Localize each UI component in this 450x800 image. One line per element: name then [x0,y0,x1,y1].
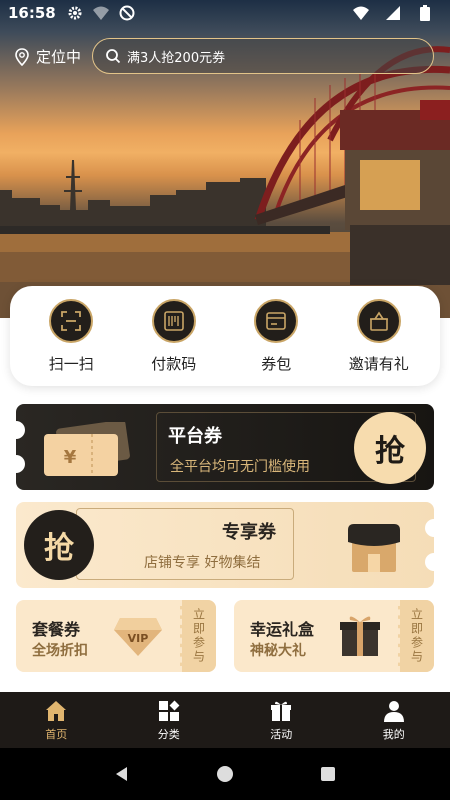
back-icon[interactable] [113,765,131,783]
quick-action-scan[interactable]: 扫一扫 [26,298,116,374]
lucky-gift-title: 幸运礼盒 [250,620,315,639]
quick-action-wallet[interactable]: 券包 [231,298,321,374]
system-nav-bar [0,748,450,800]
category-icon [158,700,180,721]
meal-coupon-subtitle: 全场折扣 [32,643,88,659]
nav-item-category[interactable]: 分类 [129,699,209,742]
grab-button[interactable]: 抢 [354,412,426,484]
join-now-button[interactable]: 立即参与 [180,600,216,672]
gift-box-icon [340,616,380,656]
lucky-gift-subtitle: 神秘大礼 [250,643,306,659]
gift-basket-icon [356,298,401,343]
ticket-notch [425,553,434,571]
scan-icon [49,298,94,343]
nav-item-activity[interactable]: 活动 [241,699,321,742]
join-now-button[interactable]: 立即参与 [398,600,434,672]
nav-label: 首页 [45,727,68,741]
meal-coupon-title: 套餐券 [32,620,81,639]
home-icon [46,700,67,721]
exclusive-coupon-subtitle: 店铺专享 好物集结 [144,555,261,571]
vip-diamond-icon: VIP [114,618,162,656]
screen: 16:58 定位中 满3人抢200元券 扫一扫 付款码 券包 邀请有礼 ¥ 平台… [0,0,450,800]
quick-action-label: 付款码 [151,354,197,373]
ticket-icon: ¥ [44,422,130,476]
grab-button[interactable]: 抢 [24,510,94,580]
search-icon [106,49,121,64]
quick-actions-card: 扫一扫 付款码 券包 邀请有礼 [10,286,440,386]
meal-coupon-card[interactable]: 套餐券 全场折扣 VIP 立即参与 [16,600,216,672]
home-circle-icon[interactable] [216,765,234,783]
platform-coupon-title: 平台券 [168,426,222,447]
search-bar[interactable]: 满3人抢200元券 [92,38,434,74]
quick-action-paycode[interactable]: 付款码 [129,298,219,374]
ticket-notch [16,455,25,473]
wifi-icon [352,4,370,22]
quick-action-invite[interactable]: 邀请有礼 [334,298,424,374]
exclusive-coupon-title: 专享券 [222,522,276,543]
ticket-notch [16,421,25,439]
person-icon [383,700,404,722]
wifi-question-icon [92,4,110,22]
storefront-icon [348,524,400,572]
vip-badge-text: VIP [128,632,149,645]
recents-icon[interactable] [319,765,337,783]
barcode-icon [151,298,196,343]
nav-label: 分类 [157,727,180,741]
nav-label: 我的 [382,727,405,741]
battery-icon [416,4,434,22]
nav-item-home[interactable]: 首页 [16,699,96,742]
search-placeholder: 满3人抢200元券 [127,50,226,66]
bottom-nav: 首页 分类 活动 我的 [0,692,450,748]
gift-icon [271,701,292,721]
signal-icon [384,4,402,22]
no-disturb-icon [118,4,136,22]
platform-coupon-subtitle: 全平台均可无门槛使用 [170,459,310,475]
clock: 16:58 [8,4,56,22]
location-selector[interactable]: 定位中 [14,46,81,67]
ticket-symbol: ¥ [64,447,77,468]
nav-label: 活动 [270,727,293,741]
ticket-notch [425,519,434,537]
platform-coupon-card[interactable]: ¥ 平台券 全平台均可无门槛使用 抢 [16,404,434,490]
location-label: 定位中 [36,48,82,66]
quick-action-label: 券包 [261,354,292,373]
status-bar: 16:58 [0,0,450,26]
exclusive-coupon-card[interactable]: 抢 专享券 店铺专享 好物集结 [16,502,434,588]
nav-item-profile[interactable]: 我的 [354,699,434,742]
quick-action-label: 扫一扫 [48,354,94,373]
quick-action-label: 邀请有礼 [348,354,409,373]
location-pin-icon [15,47,29,66]
settings-gear-icon [66,4,84,22]
lucky-gift-card[interactable]: 幸运礼盒 神秘大礼 立即参与 [234,600,434,672]
wallet-icon [254,298,299,343]
